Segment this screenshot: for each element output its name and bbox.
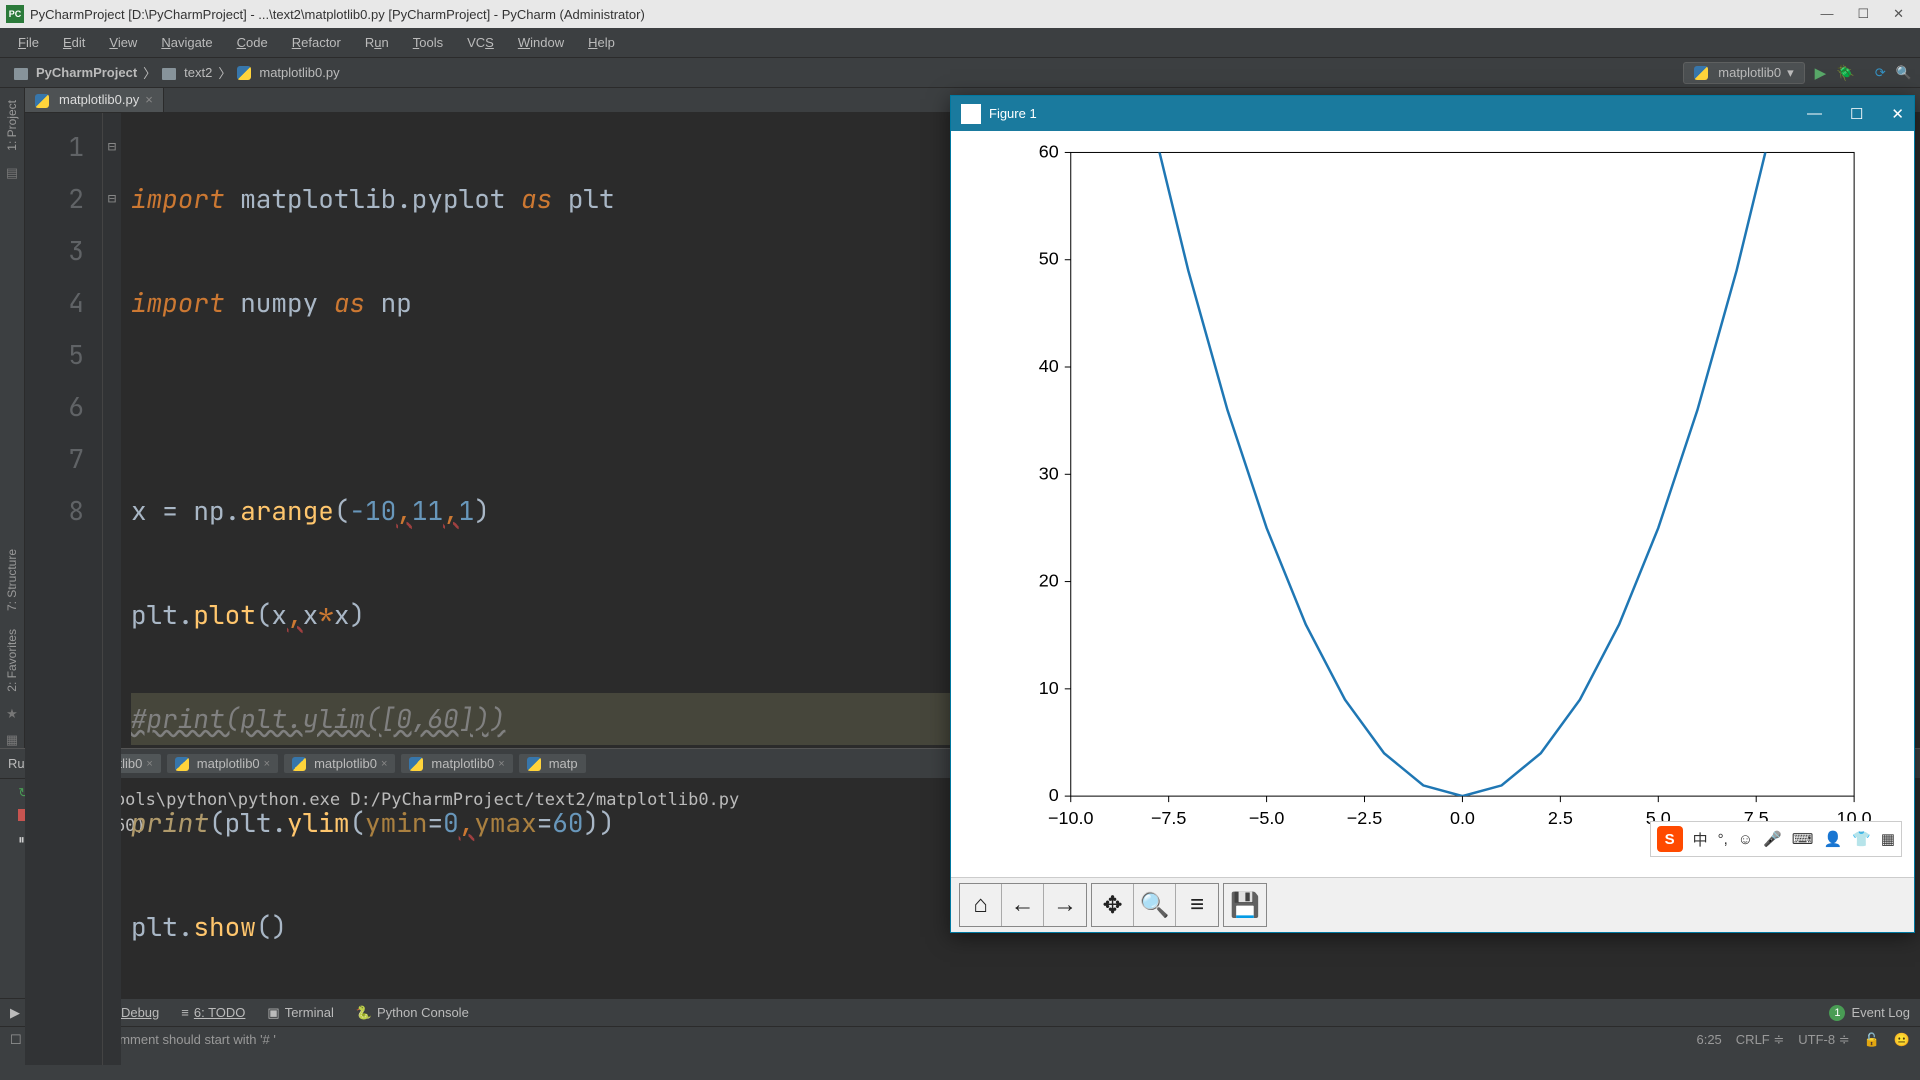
zoom-button[interactable]: 🔍 bbox=[1134, 884, 1176, 926]
fold-marker[interactable]: ⊟ bbox=[103, 173, 121, 225]
svg-text:−7.5: −7.5 bbox=[1151, 808, 1186, 828]
window-close-button[interactable]: ✕ bbox=[1893, 6, 1904, 22]
python-file-icon bbox=[1694, 65, 1712, 81]
ime-person-icon[interactable]: 👤 bbox=[1823, 830, 1842, 848]
window-title: PyCharmProject [D:\PyCharmProject] - ...… bbox=[30, 7, 645, 22]
run-config-selector[interactable]: matplotlib0 ▾ bbox=[1683, 62, 1804, 84]
svg-text:60: 60 bbox=[1039, 141, 1059, 161]
svg-text:20: 20 bbox=[1039, 571, 1059, 591]
save-figure-button[interactable]: 💾 bbox=[1224, 884, 1266, 926]
ime-toolbar[interactable]: S 中 °, ☺ 🎤 ⌨ 👤 👕 ▦ bbox=[1650, 821, 1902, 857]
home-button[interactable]: ⌂ bbox=[960, 884, 1002, 926]
os-titlebar: PC PyCharmProject [D:\PyCharmProject] - … bbox=[0, 0, 1920, 28]
ime-grid-icon[interactable]: ▦ bbox=[1881, 830, 1895, 848]
svg-text:30: 30 bbox=[1039, 463, 1059, 483]
matplotlib-toolbar: ⌂ ← → ✥ 🔍 ≡ 💾 bbox=[951, 877, 1914, 932]
menu-code[interactable]: Code bbox=[227, 32, 278, 53]
build-icon: ▦ bbox=[6, 732, 18, 748]
svg-text:0: 0 bbox=[1049, 785, 1059, 805]
svg-text:−5.0: −5.0 bbox=[1249, 808, 1284, 828]
menu-window[interactable]: Window bbox=[508, 32, 574, 53]
line-number-gutter: 12345678 bbox=[25, 113, 103, 1065]
ime-mic-icon[interactable]: 🎤 bbox=[1763, 830, 1782, 848]
menu-run[interactable]: Run bbox=[355, 32, 399, 53]
menu-help[interactable]: Help bbox=[578, 32, 625, 53]
breadcrumb-folder[interactable]: text2 bbox=[156, 63, 218, 82]
svg-text:2.5: 2.5 bbox=[1548, 808, 1573, 828]
menu-file[interactable]: File bbox=[8, 32, 49, 53]
structure-tool-tab[interactable]: 7: Structure bbox=[3, 545, 21, 615]
menu-edit[interactable]: Edit bbox=[53, 32, 95, 53]
window-minimize-button[interactable]: — bbox=[1820, 6, 1833, 22]
figure-title-text: Figure 1 bbox=[989, 106, 1037, 121]
navigation-bar: PyCharmProject 〉 text2 〉 matplotlib0.py … bbox=[0, 58, 1920, 88]
folder-icon bbox=[14, 65, 32, 80]
folder-icon bbox=[162, 65, 180, 80]
chevron-down-icon: ▾ bbox=[1787, 65, 1794, 81]
breadcrumb-separator: 〉 bbox=[218, 63, 231, 82]
fold-column: ⊟ ⊟ bbox=[103, 113, 121, 1065]
svg-text:−10.0: −10.0 bbox=[1048, 808, 1093, 828]
python-file-icon bbox=[237, 65, 255, 81]
window-maximize-button[interactable]: ☐ bbox=[1857, 6, 1869, 22]
forward-button[interactable]: → bbox=[1044, 884, 1086, 926]
main-menu-bar: File Edit View Navigate Code Refactor Ru… bbox=[0, 28, 1920, 58]
debug-button[interactable]: 🪲 bbox=[1836, 64, 1855, 82]
fold-marker[interactable]: ⊟ bbox=[103, 121, 121, 173]
breadcrumb-file[interactable]: matplotlib0.py bbox=[231, 63, 345, 83]
python-file-icon bbox=[35, 92, 53, 108]
matplotlib-figure-window: Figure 1 — ☐ ✕ 0 10 20 30 40 50 60 −10.0 −7.5 −5.… bbox=[950, 95, 1915, 933]
breadcrumb-separator: 〉 bbox=[143, 63, 156, 82]
ime-shirt-icon[interactable]: 👕 bbox=[1852, 830, 1871, 848]
svg-text:10: 10 bbox=[1039, 678, 1059, 698]
ime-language[interactable]: 中 bbox=[1693, 829, 1708, 850]
figure-maximize-button[interactable]: ☐ bbox=[1850, 105, 1863, 123]
update-project-button[interactable]: ⟳ bbox=[1875, 65, 1886, 81]
pause-button[interactable]: ⏸ bbox=[18, 832, 25, 848]
pycharm-app-icon: PC bbox=[6, 5, 24, 23]
breadcrumb-root[interactable]: PyCharmProject bbox=[8, 63, 143, 82]
figure-titlebar[interactable]: Figure 1 — ☐ ✕ bbox=[951, 96, 1914, 131]
ime-keyboard-icon[interactable]: ⌨ bbox=[1792, 830, 1814, 848]
menu-navigate[interactable]: Navigate bbox=[151, 32, 222, 53]
figure-minimize-button[interactable]: — bbox=[1807, 105, 1822, 123]
favorites-tool-tab[interactable]: 2: Favorites bbox=[3, 625, 21, 696]
figure-close-button[interactable]: ✕ bbox=[1891, 105, 1904, 123]
menu-vcs[interactable]: VCS bbox=[457, 32, 504, 53]
matplotlib-icon bbox=[961, 104, 981, 124]
left-tool-window-stripe: 1: Project ▤ 7: Structure 2: Favorites ★… bbox=[0, 88, 25, 748]
svg-text:50: 50 bbox=[1039, 249, 1059, 269]
star-icon: ★ bbox=[6, 706, 18, 722]
menu-tools[interactable]: Tools bbox=[403, 32, 453, 53]
chart-plot: 0102030405060−10.0−7.5−5.0−2.50.02.55.07… bbox=[951, 131, 1914, 877]
run-button[interactable]: ▶ bbox=[1815, 64, 1827, 82]
ime-punct-icon[interactable]: °, bbox=[1718, 831, 1728, 848]
editor-tab-active[interactable]: matplotlib0.py × bbox=[25, 88, 164, 112]
menu-view[interactable]: View bbox=[99, 32, 147, 53]
close-tab-button[interactable]: × bbox=[145, 92, 153, 107]
configure-button[interactable]: ≡ bbox=[1176, 884, 1218, 926]
back-button[interactable]: ← bbox=[1002, 884, 1044, 926]
status-icon: ☐ bbox=[10, 1032, 22, 1048]
search-everywhere-button[interactable]: 🔍 bbox=[1896, 65, 1912, 81]
ime-emoji-icon[interactable]: ☺ bbox=[1738, 831, 1753, 848]
svg-text:40: 40 bbox=[1039, 356, 1059, 376]
project-tool-tab[interactable]: 1: Project bbox=[3, 96, 21, 155]
menu-refactor[interactable]: Refactor bbox=[282, 32, 351, 53]
figure-canvas[interactable]: 0102030405060−10.0−7.5−5.0−2.50.02.55.07… bbox=[951, 131, 1914, 877]
sogou-logo-icon: S bbox=[1657, 826, 1683, 852]
svg-text:−2.5: −2.5 bbox=[1347, 808, 1382, 828]
file-icon: ▤ bbox=[6, 165, 18, 181]
svg-text:0.0: 0.0 bbox=[1450, 808, 1475, 828]
pan-button[interactable]: ✥ bbox=[1092, 884, 1134, 926]
